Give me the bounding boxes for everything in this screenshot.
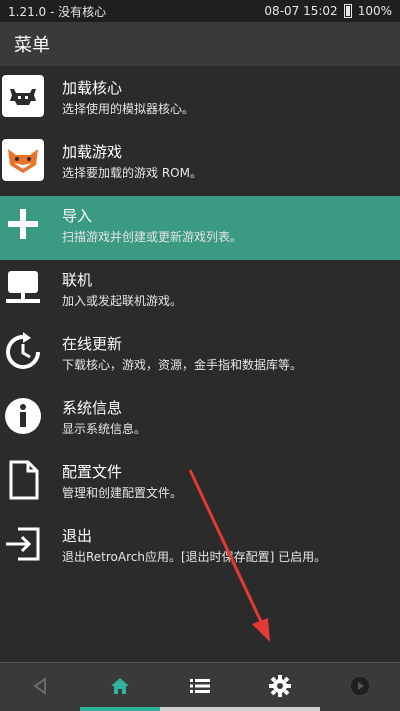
menu-item-online-update[interactable]: 在线更新 下载核心，游戏，资源，金手指和数据库等。 [0, 324, 400, 388]
menu-item-title: 系统信息 [62, 399, 123, 417]
menu-item-load-core[interactable]: 加载核心 选择使用的模拟器核心。 [0, 68, 400, 132]
bottom-nav-bar [0, 662, 400, 711]
status-bar: 1.21.0 - 没有核心 08-07 15:02 100% [0, 0, 400, 22]
file-icon [2, 459, 44, 501]
main-menu: 加载核心 选择使用的模拟器核心。 加载游戏 选择要加载的游戏 ROM。 导入 扫… [0, 68, 400, 580]
menu-item-subtitle: 管理和创建配置文件。 [62, 486, 183, 500]
menu-item-title: 配置文件 [62, 463, 123, 481]
page-title: 菜单 [14, 35, 50, 56]
home-icon[interactable] [100, 671, 140, 701]
menu-item-import[interactable]: 导入 扫描游戏并创建或更新游戏列表。 [0, 196, 400, 260]
menu-item-netplay[interactable]: 联机 加入或发起联机游戏。 [0, 260, 400, 324]
update-icon [2, 331, 44, 373]
menu-item-subtitle: 加入或发起联机游戏。 [62, 294, 183, 308]
menu-item-subtitle: 扫描游戏并创建或更新游戏列表。 [62, 230, 243, 244]
status-datetime: 08-07 15:02 [264, 4, 338, 18]
active-tab-indicator [80, 707, 160, 711]
status-right: 08-07 15:02 100% [264, 4, 392, 18]
status-left-text: 1.21.0 - 没有核心 [8, 4, 107, 19]
menu-item-subtitle: 下载核心，游戏，资源，金手指和数据库等。 [62, 358, 303, 372]
tab-indicator-track [160, 707, 320, 711]
battery-level: 100% [357, 4, 392, 18]
menu-item-title: 加载游戏 [62, 143, 123, 161]
menu-item-system-info[interactable]: 系统信息 显示系统信息。 [0, 388, 400, 452]
menu-item-title: 在线更新 [62, 335, 123, 353]
menu-item-subtitle: 选择要加载的游戏 ROM。 [62, 166, 202, 180]
play-icon[interactable] [340, 671, 380, 701]
menu-item-title: 导入 [62, 207, 93, 225]
menu-header: 菜单 [0, 22, 400, 66]
menu-item-title: 加载核心 [62, 79, 123, 97]
exit-icon [2, 523, 44, 565]
menu-item-subtitle: 退出RetroArch应用。[退出时保存配置] 已启用。 [62, 550, 327, 564]
netplay-icon [2, 267, 44, 309]
battery-icon [343, 4, 352, 18]
gear-icon[interactable] [260, 671, 300, 701]
menu-item-quit[interactable]: 退出 退出RetroArch应用。[退出时保存配置] 已启用。 [0, 516, 400, 580]
menu-item-title: 退出 [62, 527, 93, 545]
list-icon[interactable] [180, 671, 220, 701]
menu-item-load-game[interactable]: 加载游戏 选择要加载的游戏 ROM。 [0, 132, 400, 196]
menu-item-config-file[interactable]: 配置文件 管理和创建配置文件。 [0, 452, 400, 516]
info-icon [2, 395, 44, 437]
menu-item-title: 联机 [62, 271, 93, 289]
retroarch-core-icon [2, 75, 44, 117]
fox-game-icon [2, 139, 44, 181]
plus-icon [2, 203, 44, 245]
menu-item-subtitle: 显示系统信息。 [62, 422, 147, 436]
menu-item-subtitle: 选择使用的模拟器核心。 [62, 102, 195, 116]
back-icon[interactable] [20, 671, 60, 701]
